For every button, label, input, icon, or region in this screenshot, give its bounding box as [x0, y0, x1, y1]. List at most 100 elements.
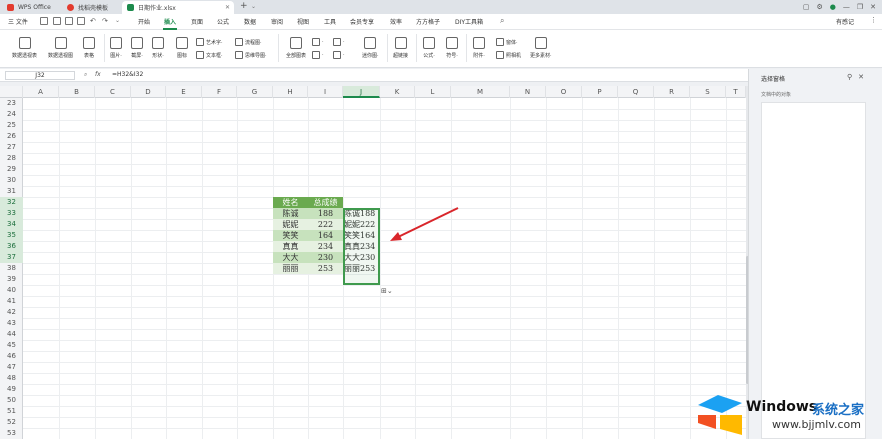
- row-header[interactable]: 31: [0, 186, 23, 197]
- row-header[interactable]: 41: [0, 296, 23, 307]
- maximize-icon[interactable]: ❐: [857, 3, 863, 11]
- row-header[interactable]: 26: [0, 131, 23, 142]
- tab-wps-office[interactable]: WPS Office: [2, 1, 60, 14]
- screenshot-button[interactable]: 截屏·: [131, 37, 143, 59]
- row-header[interactable]: 29: [0, 164, 23, 175]
- undo-icon[interactable]: ↶: [90, 17, 96, 25]
- attachment-button[interactable]: 附件·: [473, 37, 485, 59]
- pie-chart-button[interactable]: ·: [312, 51, 324, 59]
- minimize-icon[interactable]: —: [843, 3, 850, 11]
- row-header[interactable]: 40: [0, 285, 23, 296]
- score-cell[interactable]: 164: [308, 230, 343, 241]
- column-header[interactable]: Q: [618, 86, 654, 98]
- line-chart-button[interactable]: ·: [333, 38, 345, 46]
- pivot-chart-button[interactable]: 数据透视图: [48, 37, 73, 59]
- print-icon[interactable]: [65, 17, 73, 25]
- new-tab-icon[interactable]: +: [240, 1, 248, 11]
- close-window-icon[interactable]: ✕: [870, 3, 876, 11]
- column-header[interactable]: F: [202, 86, 237, 98]
- row-header[interactable]: 47: [0, 362, 23, 373]
- row-header[interactable]: 34: [0, 219, 23, 230]
- column-header[interactable]: K: [380, 86, 415, 98]
- table-button[interactable]: 表格: [83, 37, 95, 59]
- column-header[interactable]: R: [654, 86, 690, 98]
- column-header[interactable]: A: [23, 86, 59, 98]
- name-box[interactable]: J32: [5, 71, 75, 80]
- open-icon[interactable]: [53, 17, 61, 25]
- row-header[interactable]: 49: [0, 384, 23, 395]
- all-charts-button[interactable]: 全部图表: [286, 37, 306, 59]
- score-cell[interactable]: 230: [308, 252, 343, 263]
- column-header-selected[interactable]: J: [343, 86, 380, 98]
- more-icon[interactable]: ⌄: [115, 17, 120, 24]
- file-menu[interactable]: 三 文件: [8, 17, 28, 26]
- menu-data[interactable]: 数据: [244, 17, 256, 26]
- select-all-corner[interactable]: [0, 86, 23, 98]
- row-header[interactable]: 45: [0, 340, 23, 351]
- word-art-button[interactable]: 艺术字·: [196, 38, 223, 46]
- name-cell[interactable]: 陈诚: [273, 208, 308, 219]
- pivot-table-button[interactable]: 数据透视表: [12, 37, 37, 59]
- column-header[interactable]: P: [582, 86, 618, 98]
- objects-list[interactable]: [761, 102, 866, 439]
- column-chart-button[interactable]: ·: [312, 38, 324, 46]
- sparkline-button[interactable]: 迷你图·: [362, 37, 379, 59]
- column-header[interactable]: S: [690, 86, 726, 98]
- row-header[interactable]: 51: [0, 406, 23, 417]
- user-avatar-icon[interactable]: ●: [830, 3, 836, 11]
- row-header[interactable]: 42: [0, 307, 23, 318]
- row-header[interactable]: 48: [0, 373, 23, 384]
- column-header[interactable]: C: [95, 86, 131, 98]
- menu-insert[interactable]: 插入: [162, 17, 178, 30]
- menu-fangfang[interactable]: 方方格子: [416, 17, 440, 26]
- score-cell[interactable]: 253: [308, 263, 343, 274]
- column-header[interactable]: B: [59, 86, 95, 98]
- row-header[interactable]: 46: [0, 351, 23, 362]
- close-tab-icon[interactable]: ✕: [225, 4, 230, 11]
- symbol-button[interactable]: 符号·: [446, 37, 458, 59]
- menu-home[interactable]: 开始: [138, 17, 150, 26]
- row-header[interactable]: 43: [0, 318, 23, 329]
- preview-icon[interactable]: [77, 17, 85, 25]
- column-header[interactable]: E: [166, 86, 202, 98]
- table-header-name[interactable]: 姓名: [273, 197, 308, 208]
- row-header[interactable]: 44: [0, 329, 23, 340]
- row-header[interactable]: 52: [0, 417, 23, 428]
- joined-cell[interactable]: 笑笑164: [343, 230, 380, 241]
- row-header[interactable]: 25: [0, 120, 23, 131]
- name-cell[interactable]: 真真: [273, 241, 308, 252]
- form-button[interactable]: 窗体·: [496, 38, 518, 46]
- tab-document[interactable]: 日期作业.xlsx ✕: [122, 1, 234, 14]
- row-header[interactable]: 36: [0, 241, 23, 252]
- picture-button[interactable]: 图片·: [110, 37, 122, 59]
- close-pane-icon[interactable]: ✕: [858, 73, 864, 81]
- settings-icon[interactable]: ⚙: [816, 3, 822, 11]
- row-header[interactable]: 38: [0, 263, 23, 274]
- name-cell[interactable]: 大大: [273, 252, 308, 263]
- row-header[interactable]: 53: [0, 428, 23, 439]
- menu-diy[interactable]: DIY工具箱: [455, 17, 483, 26]
- row-header[interactable]: 32: [0, 197, 23, 208]
- column-header[interactable]: T: [726, 86, 746, 98]
- menu-tools[interactable]: 工具: [324, 17, 336, 26]
- paste-options-icon[interactable]: ⊞⌄: [381, 287, 393, 295]
- flowchart-button[interactable]: 流程图·: [235, 38, 262, 46]
- search-icon[interactable]: ⌕: [500, 16, 504, 26]
- tab-dropdown-icon[interactable]: ⌄: [251, 3, 256, 10]
- row-header[interactable]: 39: [0, 274, 23, 285]
- row-header[interactable]: 23: [0, 98, 23, 109]
- more-assets-button[interactable]: 更多素材·: [530, 37, 552, 59]
- fx-button[interactable]: fx: [95, 71, 101, 78]
- camera-button[interactable]: 照相机: [496, 51, 521, 59]
- column-header[interactable]: M: [451, 86, 510, 98]
- mindmap-button[interactable]: 思维导图·: [235, 51, 267, 59]
- textbox-button[interactable]: 文本框·: [196, 51, 223, 59]
- formula-button[interactable]: 公式·: [423, 37, 435, 59]
- menu-formula[interactable]: 公式: [217, 17, 229, 26]
- menu-member[interactable]: 会员专享: [350, 17, 374, 26]
- row-header[interactable]: 33: [0, 208, 23, 219]
- name-cell[interactable]: 笑笑: [273, 230, 308, 241]
- zoom-icon[interactable]: ⌕: [84, 71, 87, 79]
- hyperlink-button[interactable]: 超链接: [393, 37, 408, 59]
- column-header[interactable]: D: [131, 86, 166, 98]
